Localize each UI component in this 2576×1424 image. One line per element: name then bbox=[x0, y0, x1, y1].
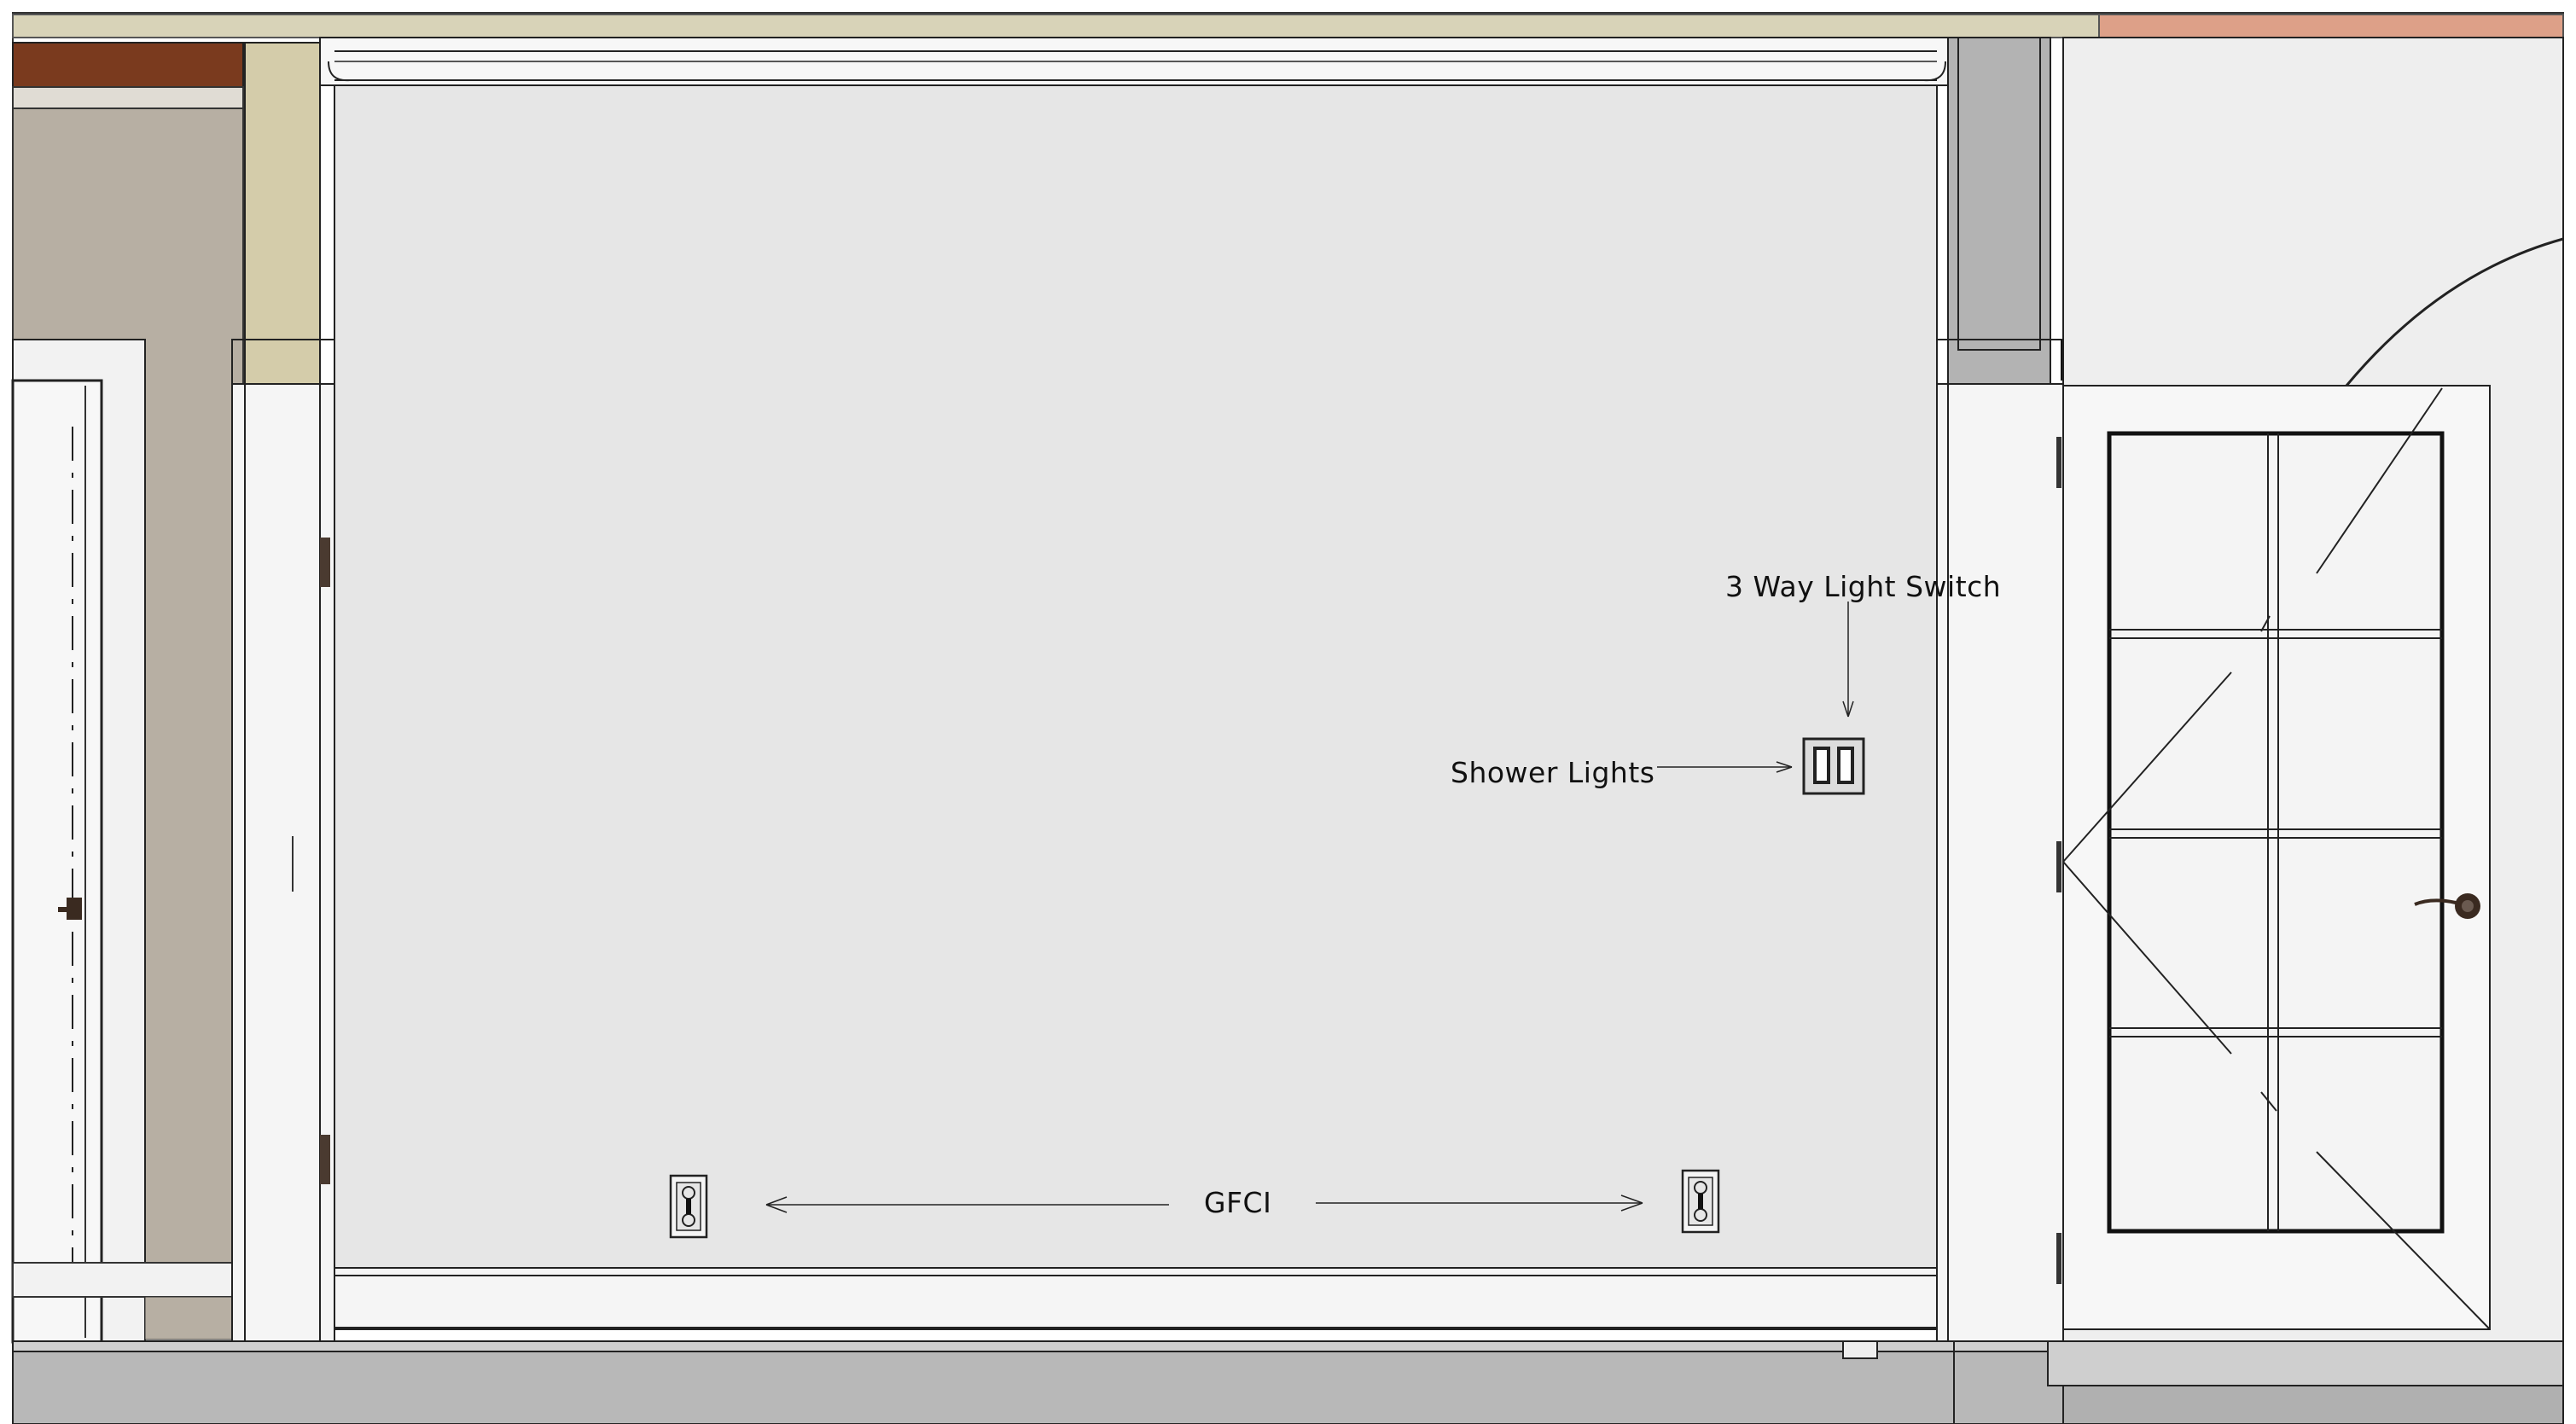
right-door-glass bbox=[2107, 431, 2445, 1234]
left-door-leaf bbox=[11, 379, 103, 1344]
elevation-svg bbox=[11, 12, 2564, 1424]
ceiling-band-salmon bbox=[2098, 14, 2564, 38]
shower-wall bbox=[334, 84, 1938, 1269]
right-pilaster bbox=[1936, 383, 2064, 1342]
main-baseboard bbox=[334, 1267, 1938, 1330]
left-crown-trim bbox=[12, 86, 244, 109]
ceiling-band-beige bbox=[12, 14, 2100, 38]
gfci-annotation: GFCI bbox=[1204, 1186, 1272, 1219]
duplex-outlet-symbol[interactable] bbox=[669, 1174, 708, 1239]
switch-annotation: 3 Way Light Switch bbox=[1725, 570, 2002, 603]
double-switch-symbol[interactable] bbox=[1802, 737, 1865, 795]
duplex-outlet-symbol[interactable] bbox=[1681, 1169, 1720, 1234]
shower-lights-annotation: Shower Lights bbox=[1451, 756, 1655, 789]
left-wood-crown bbox=[12, 42, 244, 88]
elevation-drawing: 3 Way Light Switch Shower Lights GFCI bbox=[0, 0, 2576, 1424]
left-post bbox=[244, 42, 321, 385]
